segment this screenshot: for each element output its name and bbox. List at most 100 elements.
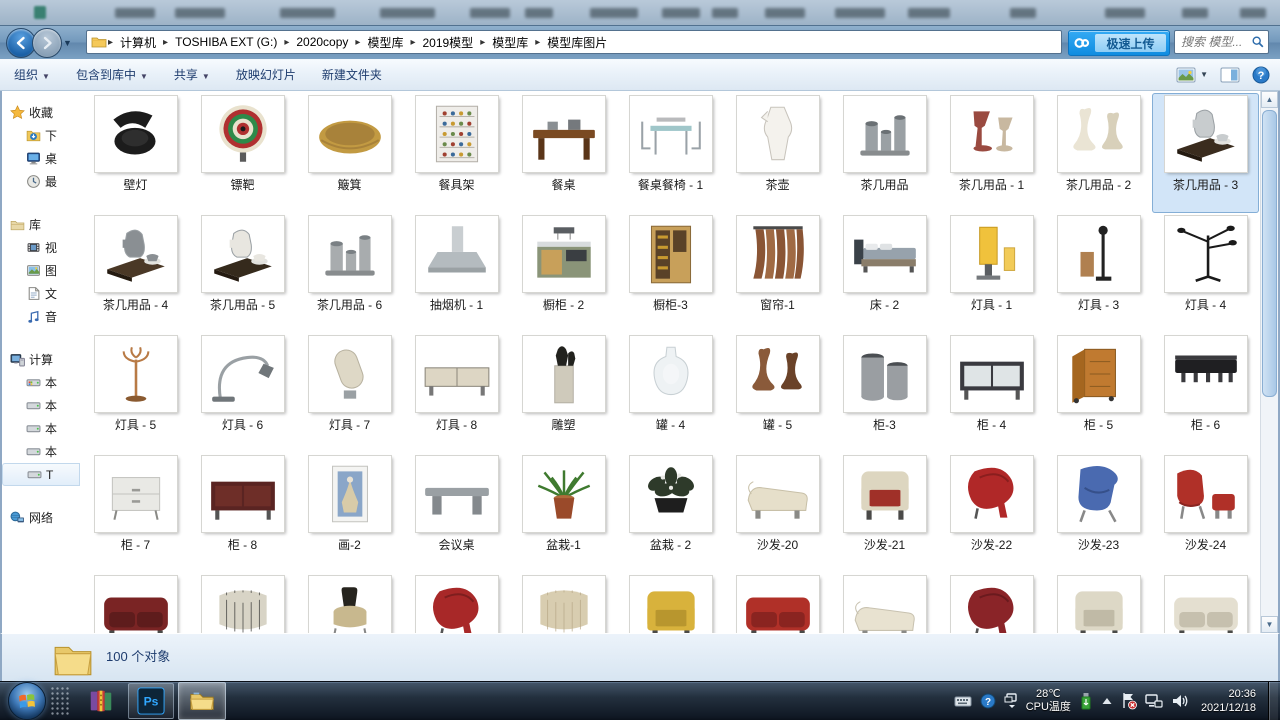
file-item[interactable]: 盆栽 - 2 — [617, 453, 724, 573]
file-item[interactable] — [938, 573, 1045, 633]
file-item[interactable]: 灯具 - 8 — [403, 333, 510, 453]
sidebar-item[interactable]: 最 — [2, 170, 80, 193]
file-item[interactable]: 壁灯 — [82, 93, 189, 213]
search-input[interactable] — [1175, 35, 1248, 49]
sidebar-group-computer[interactable]: 计算 — [2, 348, 80, 371]
sidebar-group-library[interactable]: 库 — [2, 213, 80, 236]
file-item[interactable]: 柜 - 8 — [189, 453, 296, 573]
sidebar-item[interactable]: 本 — [2, 440, 80, 463]
scroll-up-button[interactable]: ▲ — [1261, 91, 1278, 108]
file-item[interactable] — [510, 573, 617, 633]
breadcrumb-item[interactable]: 模型库 — [486, 32, 534, 53]
file-item[interactable]: 灯具 - 6 — [189, 333, 296, 453]
file-item[interactable]: 灯具 - 5 — [82, 333, 189, 453]
sidebar-item[interactable]: 文 — [2, 282, 80, 305]
sidebar-group-network[interactable]: 网络 — [2, 506, 80, 529]
file-item[interactable]: 茶几用品 - 6 — [296, 213, 403, 333]
breadcrumb-arrow-icon[interactable]: ▸ — [283, 37, 290, 48]
file-item[interactable] — [724, 573, 831, 633]
file-item[interactable]: 茶几用品 - 5 — [189, 213, 296, 333]
language-bar-icon[interactable] — [1004, 693, 1018, 709]
search-icon[interactable] — [1248, 35, 1268, 49]
file-item[interactable]: 沙发-24 — [1152, 453, 1259, 573]
start-button[interactable] — [8, 682, 46, 720]
file-item[interactable] — [1152, 573, 1259, 633]
file-item[interactable] — [403, 573, 510, 633]
file-item[interactable]: 柜 - 4 — [938, 333, 1045, 453]
breadcrumb-item[interactable]: 2020copy — [290, 33, 354, 51]
sidebar-item[interactable]: 本 — [2, 417, 80, 440]
file-item[interactable]: 茶几用品 - 3 — [1152, 93, 1259, 213]
file-item[interactable]: 雕塑 — [510, 333, 617, 453]
scroll-down-button[interactable]: ▼ — [1261, 616, 1278, 633]
baidu-netdisk-upload-button[interactable]: 极速上传 — [1068, 30, 1170, 56]
file-item[interactable]: 茶几用品 - 2 — [1045, 93, 1152, 213]
change-view-button[interactable]: ▼ — [1176, 67, 1208, 83]
network-icon[interactable] — [1145, 693, 1163, 709]
file-item[interactable]: 灯具 - 4 — [1152, 213, 1259, 333]
toolbar-button[interactable]: 新建文件夹 — [322, 66, 382, 83]
breadcrumb-arrow-icon[interactable]: ▸ — [479, 37, 486, 48]
show-desktop-button[interactable] — [1268, 682, 1278, 720]
sidebar-item[interactable]: 本 — [2, 371, 80, 394]
action-center-flag-icon[interactable] — [1121, 692, 1137, 710]
file-item[interactable]: 会议桌 — [403, 453, 510, 573]
file-item[interactable] — [1045, 573, 1152, 633]
file-item[interactable]: 茶壶 — [724, 93, 831, 213]
file-item[interactable]: 餐桌餐椅 - 1 — [617, 93, 724, 213]
taskbar-photoshop-button[interactable]: Ps — [128, 683, 174, 719]
file-item[interactable]: 窗帘-1 — [724, 213, 831, 333]
sidebar-item[interactable]: 下 — [2, 124, 80, 147]
sidebar-item[interactable]: T — [2, 463, 80, 486]
search-box[interactable] — [1174, 30, 1269, 54]
vertical-scrollbar[interactable]: ▲ ▼ — [1260, 91, 1278, 633]
file-item[interactable]: 柜 - 7 — [82, 453, 189, 573]
file-item[interactable]: 餐桌 — [510, 93, 617, 213]
breadcrumb-arrow-icon[interactable]: ▸ — [107, 37, 114, 48]
sidebar-group-star[interactable]: 收藏 — [2, 101, 80, 124]
file-item[interactable]: 柜 - 5 — [1045, 333, 1152, 453]
file-item[interactable]: 罐 - 4 — [617, 333, 724, 453]
file-item[interactable]: 灯具 - 7 — [296, 333, 403, 453]
file-item[interactable]: 床 - 2 — [831, 213, 938, 333]
toolbar-button[interactable]: 包含到库中 ▼ — [76, 66, 148, 83]
file-item[interactable]: 抽烟机 - 1 — [403, 213, 510, 333]
file-item[interactable]: 镖靶 — [189, 93, 296, 213]
volume-icon[interactable] — [1171, 693, 1189, 709]
sidebar-item[interactable]: 视 — [2, 236, 80, 259]
breadcrumb-arrow-icon[interactable]: ▸ — [354, 37, 361, 48]
toolbar-button[interactable]: 共享 ▼ — [174, 66, 210, 83]
scrollbar-thumb[interactable] — [1262, 110, 1277, 397]
keyboard-icon[interactable] — [954, 694, 972, 708]
file-item[interactable] — [831, 573, 938, 633]
file-item[interactable] — [82, 573, 189, 633]
file-item[interactable]: 餐具架 — [403, 93, 510, 213]
file-item[interactable]: 盆栽-1 — [510, 453, 617, 573]
file-item[interactable]: 沙发-21 — [831, 453, 938, 573]
file-item[interactable]: 沙发-20 — [724, 453, 831, 573]
taskbar-winrar-icon[interactable] — [78, 683, 124, 719]
breadcrumb-item[interactable]: 计算机 — [114, 32, 162, 53]
file-item[interactable] — [296, 573, 403, 633]
toolbar-button[interactable]: 组织 ▼ — [14, 66, 50, 83]
help-tray-icon[interactable]: ? — [980, 693, 996, 709]
address-breadcrumb-bar[interactable]: ▸ 计算机 ▸ TOSHIBA EXT (G:) ▸ 2020copy ▸ 模型库 ▸ 2019模… — [86, 30, 1062, 54]
file-item[interactable]: 沙发-22 — [938, 453, 1045, 573]
file-item[interactable]: 茶几用品 - 4 — [82, 213, 189, 333]
taskbar-explorer-button[interactable] — [178, 682, 226, 720]
toolbar-button[interactable]: 放映幻灯片 — [236, 66, 296, 83]
file-item[interactable] — [617, 573, 724, 633]
file-item[interactable]: 簸箕 — [296, 93, 403, 213]
sidebar-item[interactable]: 桌 — [2, 147, 80, 170]
history-dropdown-icon[interactable]: ▼ — [63, 38, 72, 48]
file-item[interactable]: 画-2 — [296, 453, 403, 573]
file-item[interactable]: 柜 - 6 — [1152, 333, 1259, 453]
sidebar-item[interactable]: 音 — [2, 305, 80, 328]
breadcrumb-item[interactable]: TOSHIBA EXT (G:) — [169, 33, 283, 51]
breadcrumb-item[interactable]: 模型库 — [361, 32, 409, 53]
file-item[interactable]: 橱柜-3 — [617, 213, 724, 333]
breadcrumb-item[interactable]: 模型库图片 — [541, 32, 613, 53]
breadcrumb-arrow-icon[interactable]: ▸ — [409, 37, 416, 48]
file-item[interactable]: 灯具 - 3 — [1045, 213, 1152, 333]
forward-button[interactable] — [32, 28, 62, 58]
